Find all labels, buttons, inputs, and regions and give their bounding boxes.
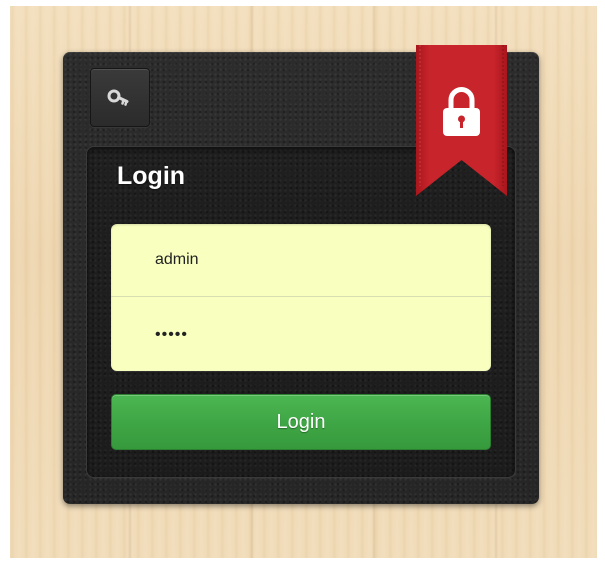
password-input[interactable] [111,298,491,371]
key-button[interactable] [90,68,150,127]
login-title: Login [117,162,186,190]
login-button[interactable]: Login [111,394,491,450]
credential-fields [111,224,491,371]
key-icon [107,89,129,106]
username-input[interactable] [111,224,491,297]
lock-ribbon [416,45,507,196]
